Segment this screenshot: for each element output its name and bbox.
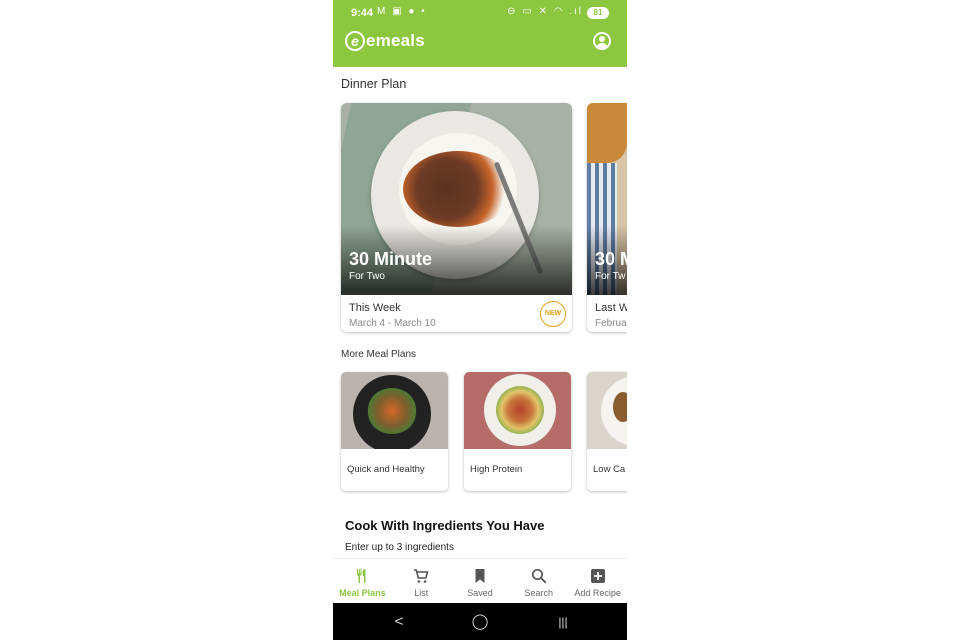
app-header: 9:44 M ▣ ● • ⊖ ▭ ✕ ◠ .ıl 81 e emeals: [333, 0, 627, 67]
tab-label: Saved: [467, 588, 493, 598]
meal-plan-card-high-protein[interactable]: High Protein: [464, 372, 571, 491]
plan-subtitle: For Tw: [595, 271, 626, 282]
new-badge: NEW: [540, 301, 566, 327]
cook-with-ingredients-subtitle: Enter up to 3 ingredients: [345, 542, 454, 553]
brand-name: emeals: [366, 31, 425, 50]
tab-meal-plans[interactable]: Meal Plans: [333, 559, 392, 603]
tab-search[interactable]: Search: [509, 559, 568, 603]
bottom-tab-bar: Meal Plans List Saved Search Add Recipe: [333, 558, 627, 603]
battery-icon: 81: [587, 7, 609, 19]
account-body-shape: [596, 43, 608, 48]
meal-plan-card-low-carb[interactable]: Low Ca: [587, 372, 627, 491]
plan-date-range: Februa: [595, 318, 627, 329]
bookmark-icon: [475, 569, 485, 583]
plan-subtitle: For Two: [349, 271, 385, 282]
meal-plan-photo: [587, 372, 627, 449]
plan-week-label: This Week: [349, 302, 401, 314]
plan-title: 30 Minute: [349, 249, 433, 269]
tab-label: Add Recipe: [574, 588, 621, 598]
account-head-shape: [599, 36, 605, 42]
dinner-plan-card[interactable]: 30 Minute For Two This Week March 4 - Ma…: [341, 103, 572, 332]
cart-icon: [414, 569, 429, 583]
system-nav-bar: < ◯ |||: [333, 603, 627, 640]
emeals-logo[interactable]: e emeals: [345, 30, 425, 52]
meal-plan-label: Quick and Healthy: [347, 464, 425, 475]
cook-with-ingredients-title: Cook With Ingredients You Have: [345, 518, 545, 533]
fork-knife-icon: [357, 569, 366, 583]
tab-label: Meal Plans: [339, 588, 386, 598]
search-icon: [531, 568, 547, 584]
plan-week-label: Last W: [595, 302, 627, 314]
tab-add-recipe[interactable]: Add Recipe: [568, 559, 627, 603]
tab-label: List: [414, 588, 429, 598]
plan-date-range: March 4 - March 10: [349, 318, 436, 329]
tab-saved[interactable]: Saved: [451, 559, 510, 603]
meal-plan-photo: [464, 372, 571, 449]
meal-plan-label: High Protein: [470, 464, 523, 475]
plus-box-icon: [590, 569, 605, 583]
status-bar: 9:44 M ▣ ● • ⊖ ▭ ✕ ◠ .ıl 81: [333, 0, 627, 26]
phone-screen: 9:44 M ▣ ● • ⊖ ▭ ✕ ◠ .ıl 81 e emeals Din…: [333, 0, 627, 640]
meal-plan-label: Low Ca: [593, 464, 626, 475]
recents-button[interactable]: |||: [553, 612, 573, 632]
tab-label: Search: [524, 588, 554, 598]
more-meal-plans-title: More Meal Plans: [341, 349, 417, 360]
dinner-plan-title: Dinner Plan: [341, 77, 407, 91]
back-button[interactable]: <: [389, 612, 409, 632]
plan-title: 30 M: [595, 249, 627, 269]
account-circle-icon[interactable]: [593, 32, 611, 50]
logo-mark-icon: e: [345, 31, 365, 51]
meal-plan-card-quick-healthy[interactable]: Quick and Healthy: [341, 372, 448, 491]
tab-list[interactable]: List: [392, 559, 451, 603]
home-button[interactable]: ◯: [470, 612, 490, 632]
notification-icons: M ▣ ● •: [377, 6, 427, 17]
meal-plan-photo: [341, 372, 448, 449]
system-icons: ⊖ ▭ ✕ ◠ .ıl: [507, 6, 583, 17]
status-time: 9:44: [351, 7, 374, 19]
dinner-plan-card[interactable]: 30 M For Tw Last W Februa: [587, 103, 627, 332]
